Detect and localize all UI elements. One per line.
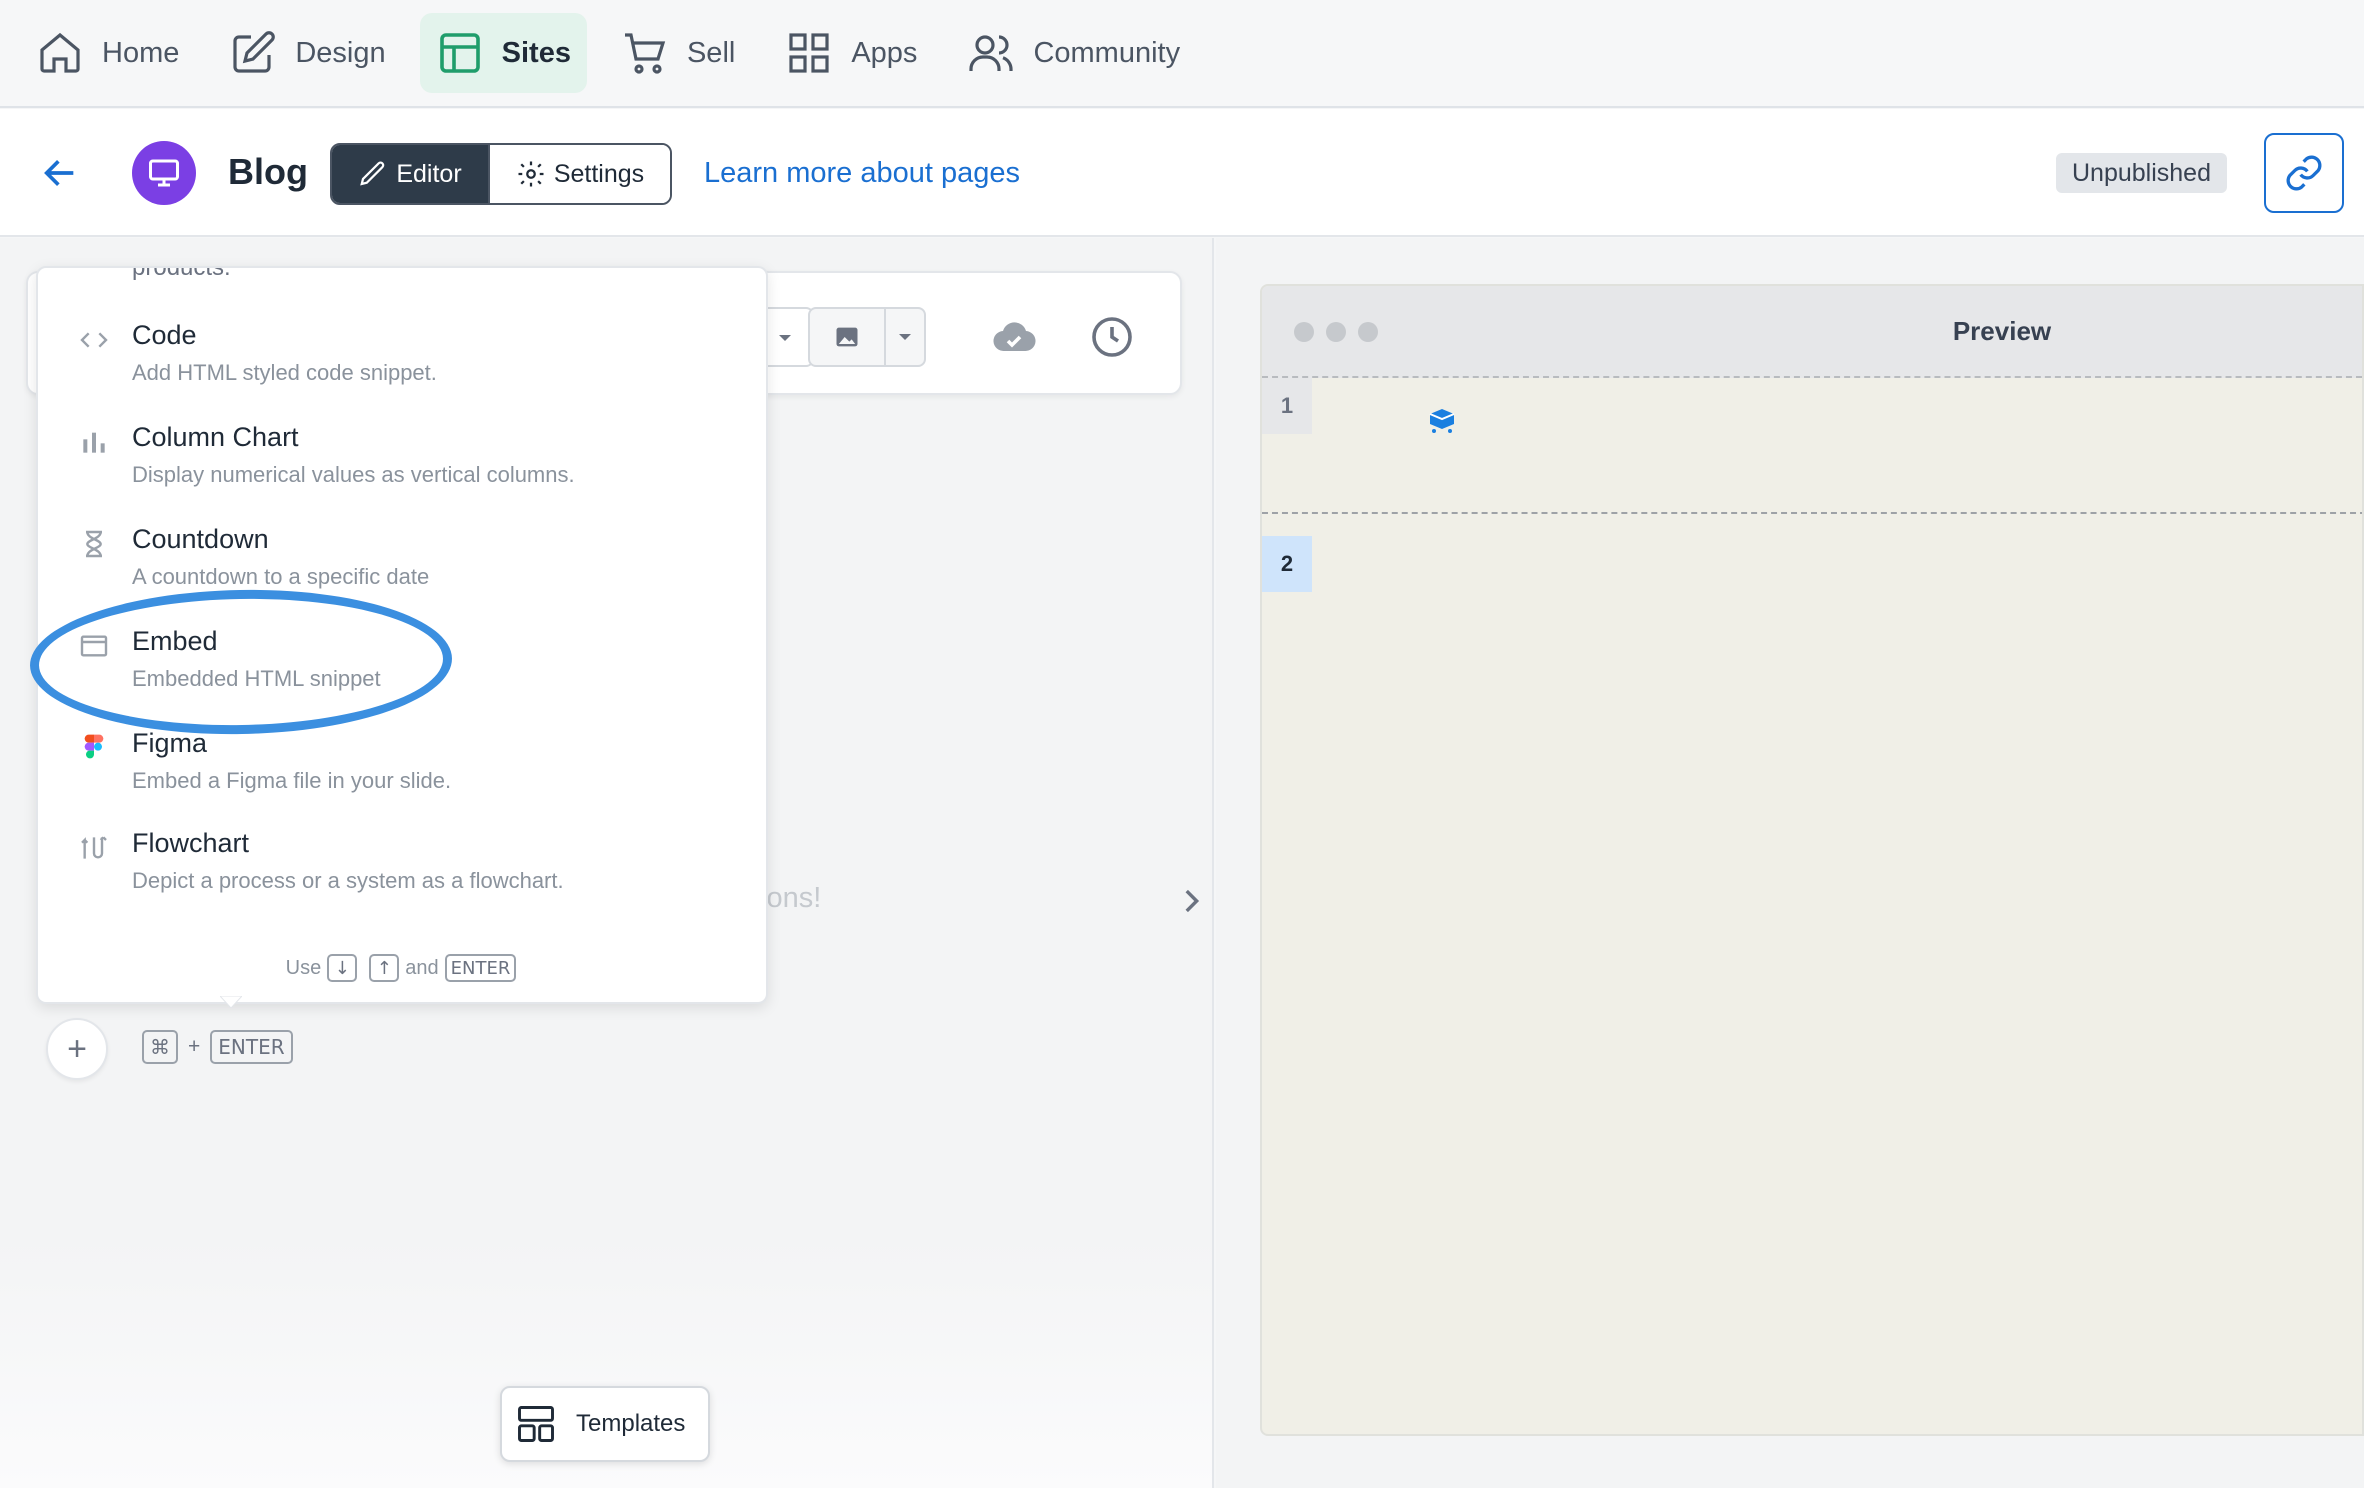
cart-icon — [624, 33, 666, 74]
pencil-square-icon — [233, 31, 276, 73]
caret-down-icon[interactable] — [898, 332, 912, 342]
menu-item-title: Countdown — [132, 524, 269, 554]
page-header: Blog Editor Settings Learn more about pa… — [0, 109, 2364, 237]
menu-item-column-chart[interactable]: Column Chart Display numerical values as… — [38, 416, 766, 512]
enter-key: ENTER — [210, 1030, 293, 1064]
preview-row[interactable]: 1 — [1262, 378, 2362, 514]
nav-design[interactable]: Design — [213, 13, 401, 93]
nav-design-label: Design — [295, 36, 386, 69]
cmd-key: ⌘ — [142, 1030, 178, 1064]
nav-home-label: Home — [102, 36, 180, 69]
layout-icon — [439, 33, 480, 73]
menu-item-desc: Depict a process or a system as a flowch… — [132, 868, 564, 893]
preview-window: Preview 1 2 — [1260, 284, 2364, 1436]
nav-community[interactable]: Community — [951, 13, 1196, 93]
settings-tab-label: Settings — [553, 159, 645, 188]
history-clock-icon[interactable] — [1088, 313, 1136, 361]
nav-sell-label: Sell — [686, 36, 736, 69]
down-key: ↓ — [327, 954, 358, 982]
editor-tab[interactable]: Editor — [332, 145, 488, 203]
menu-item-figma[interactable]: Figma Embed a Figma file in your slide. — [38, 722, 766, 818]
hint-use: Use — [285, 956, 322, 979]
nav-sell[interactable]: Sell — [605, 13, 751, 93]
nav-home[interactable]: Home — [20, 13, 195, 93]
site-avatar — [132, 141, 196, 205]
add-block-button[interactable]: + — [46, 1018, 108, 1080]
settings-tab[interactable]: Settings — [488, 145, 670, 203]
users-icon — [969, 35, 1014, 71]
bar-chart-icon — [83, 432, 105, 453]
templates-button[interactable]: Templates — [500, 1386, 710, 1462]
up-key: ↑ — [369, 954, 400, 982]
monitor-icon — [149, 159, 179, 187]
editor-settings-toggle: Editor Settings — [330, 143, 672, 205]
copy-link-button[interactable] — [2264, 133, 2344, 213]
nav-apps[interactable]: Apps — [769, 13, 933, 93]
templates-label: Templates — [576, 1410, 686, 1437]
back-arrow-icon[interactable] — [40, 153, 80, 193]
menu-item-flowchart[interactable]: Flowchart Depict a process or a system a… — [38, 822, 766, 918]
menu-item-cut-desc: products. — [132, 266, 231, 281]
menu-item-desc: Add HTML styled code snippet. — [132, 360, 437, 385]
menu-caret-icon — [220, 996, 242, 1008]
editor-tab-label: Editor — [396, 159, 462, 188]
figma-icon — [84, 734, 104, 759]
menu-item-title: Flowchart — [132, 828, 250, 858]
hourglass-icon — [86, 530, 102, 558]
row-number-active[interactable]: 2 — [1262, 536, 1312, 592]
code-icon — [80, 332, 108, 348]
learn-more-link[interactable]: Learn more about pages — [704, 157, 1020, 190]
chevron-right-icon[interactable] — [1174, 884, 1208, 918]
preview-titlebar: Preview — [1262, 286, 2362, 378]
nav-sites[interactable]: Sites — [419, 13, 587, 93]
menu-item-desc: Display numerical values as vertical col… — [132, 462, 575, 487]
home-icon — [40, 32, 80, 73]
nav-community-label: Community — [1033, 36, 1181, 69]
link-icon — [2286, 155, 2322, 191]
caret-down-icon — [779, 335, 791, 341]
menu-item-desc: Embed a Figma file in your slide. — [132, 768, 452, 793]
menu-keyboard-hint: Use ↓ ↑ and ENTER — [38, 954, 766, 982]
menu-item-title: Code — [132, 320, 197, 350]
menu-item-code[interactable]: Code Add HTML styled code snippet. — [38, 314, 766, 410]
preview-title: Preview — [1952, 316, 2052, 346]
enter-key: ENTER — [444, 954, 517, 982]
templates-icon — [518, 1406, 554, 1442]
preview-pane: Preview 1 2 — [1216, 238, 2364, 1488]
image-icon — [836, 327, 858, 347]
row-number: 1 — [1262, 378, 1312, 434]
status-badge: Unpublished — [2056, 153, 2227, 193]
nav-sites-label: Sites — [501, 36, 571, 69]
hint-and: and — [405, 956, 439, 979]
gear-icon — [518, 161, 544, 187]
shortcut-plus: + — [188, 1035, 201, 1058]
grid-icon — [789, 33, 829, 73]
menu-item-desc: A countdown to a specific date — [132, 564, 430, 589]
add-block-shortcut: ⌘ + ENTER — [142, 1030, 293, 1064]
cloud-saved-icon[interactable] — [990, 313, 1038, 361]
image-button[interactable] — [808, 307, 926, 367]
top-navigation: Home Design Sites Sell Apps Community — [0, 0, 2364, 108]
pencil-icon — [360, 161, 385, 186]
page-title: Blog — [228, 151, 308, 192]
blue-box-icon — [1429, 409, 1455, 433]
menu-item-title: Column Chart — [132, 422, 299, 452]
flowchart-icon — [81, 836, 107, 859]
nav-apps-label: Apps — [851, 36, 918, 69]
